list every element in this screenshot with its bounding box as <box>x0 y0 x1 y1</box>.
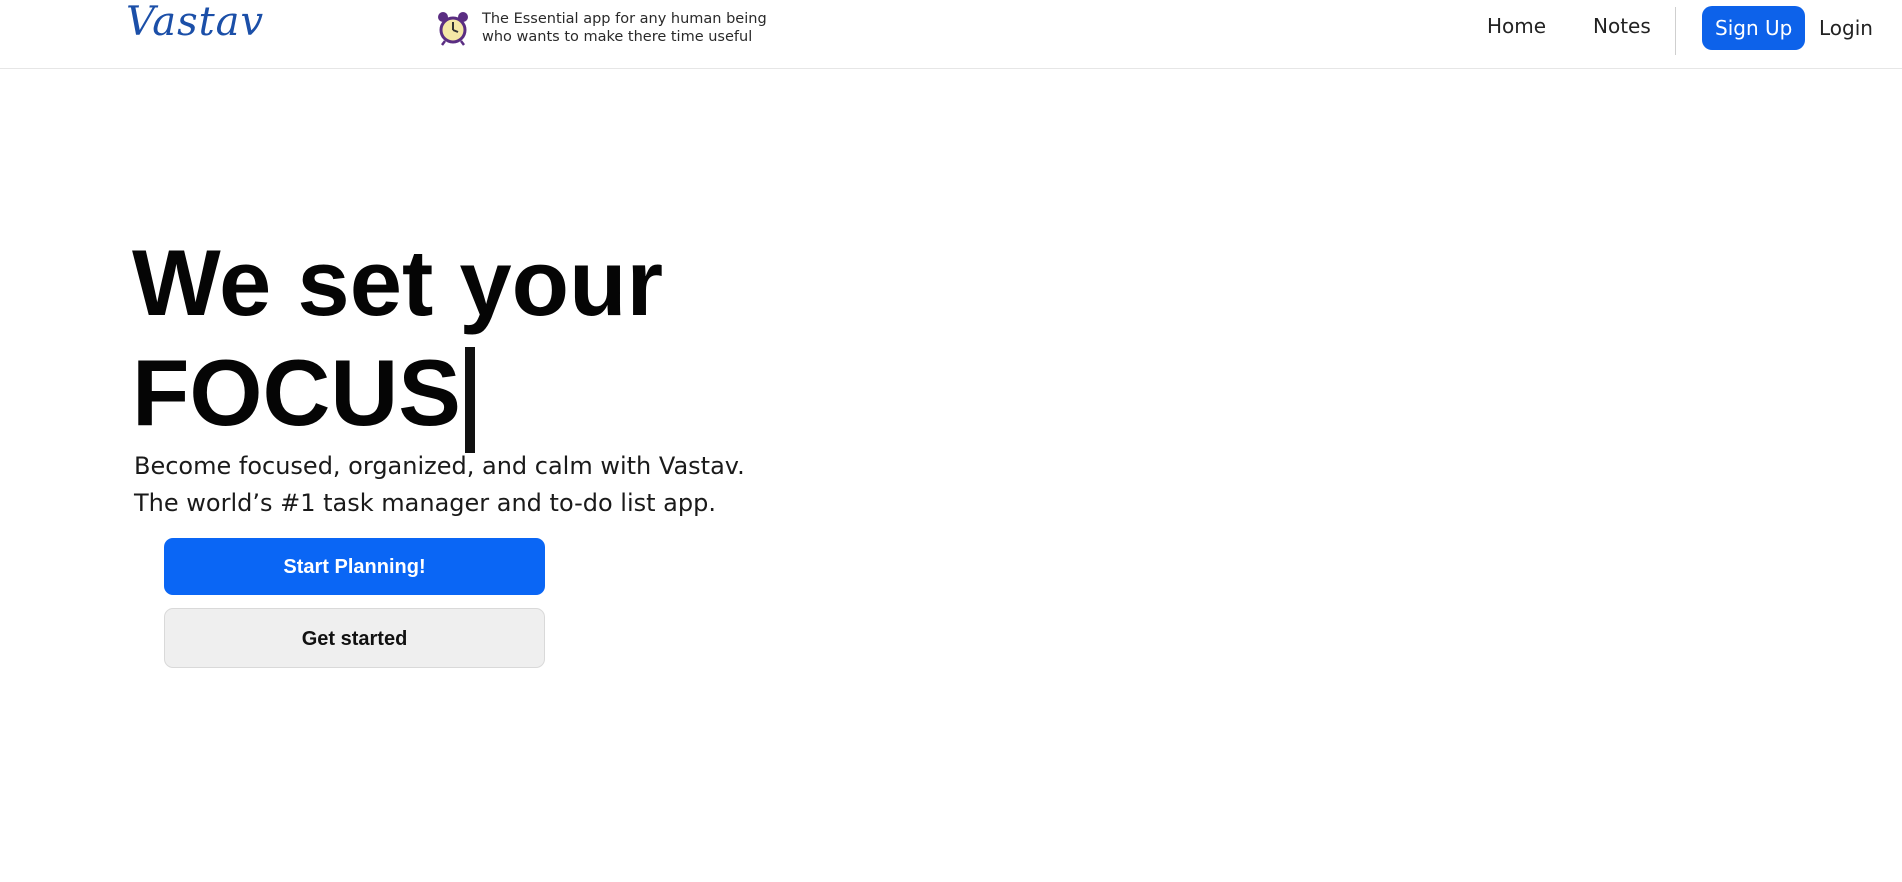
hero-subtitle-line-1: Become focused, organized, and calm with… <box>134 452 745 480</box>
hero-title-focus: FOCUS <box>132 340 461 445</box>
nav-notes-link[interactable]: Notes <box>1593 14 1651 38</box>
tagline-text: The Essential app for any human being wh… <box>482 10 782 46</box>
hero-title-line-1: We set your <box>132 230 664 335</box>
tagline: The Essential app for any human being wh… <box>436 10 782 46</box>
hero-title: We set your FOCUS <box>132 228 663 453</box>
logo[interactable]: Vastav <box>126 0 264 46</box>
alarm-clock-icon <box>438 12 468 46</box>
tagline-line-2: who wants to make there time useful <box>482 29 753 45</box>
nav-login-link[interactable]: Login <box>1819 16 1873 40</box>
hero-subtitle-line-2: The world’s #1 task manager and to-do li… <box>134 489 716 517</box>
start-planning-button[interactable]: Start Planning! <box>164 538 545 595</box>
hero-title-line-2: FOCUS <box>132 338 663 453</box>
signup-button[interactable]: Sign Up <box>1702 6 1806 50</box>
hero-subtitle: Become focused, organized, and calm with… <box>134 448 745 522</box>
navbar: Vastav The Essential app for any human b… <box>0 0 1902 69</box>
tagline-line-1: The Essential app for any human being <box>482 11 767 27</box>
typing-cursor <box>465 347 475 453</box>
nav-home-link[interactable]: Home <box>1487 14 1546 38</box>
get-started-button[interactable]: Get started <box>164 608 545 668</box>
nav-divider <box>1675 7 1676 55</box>
